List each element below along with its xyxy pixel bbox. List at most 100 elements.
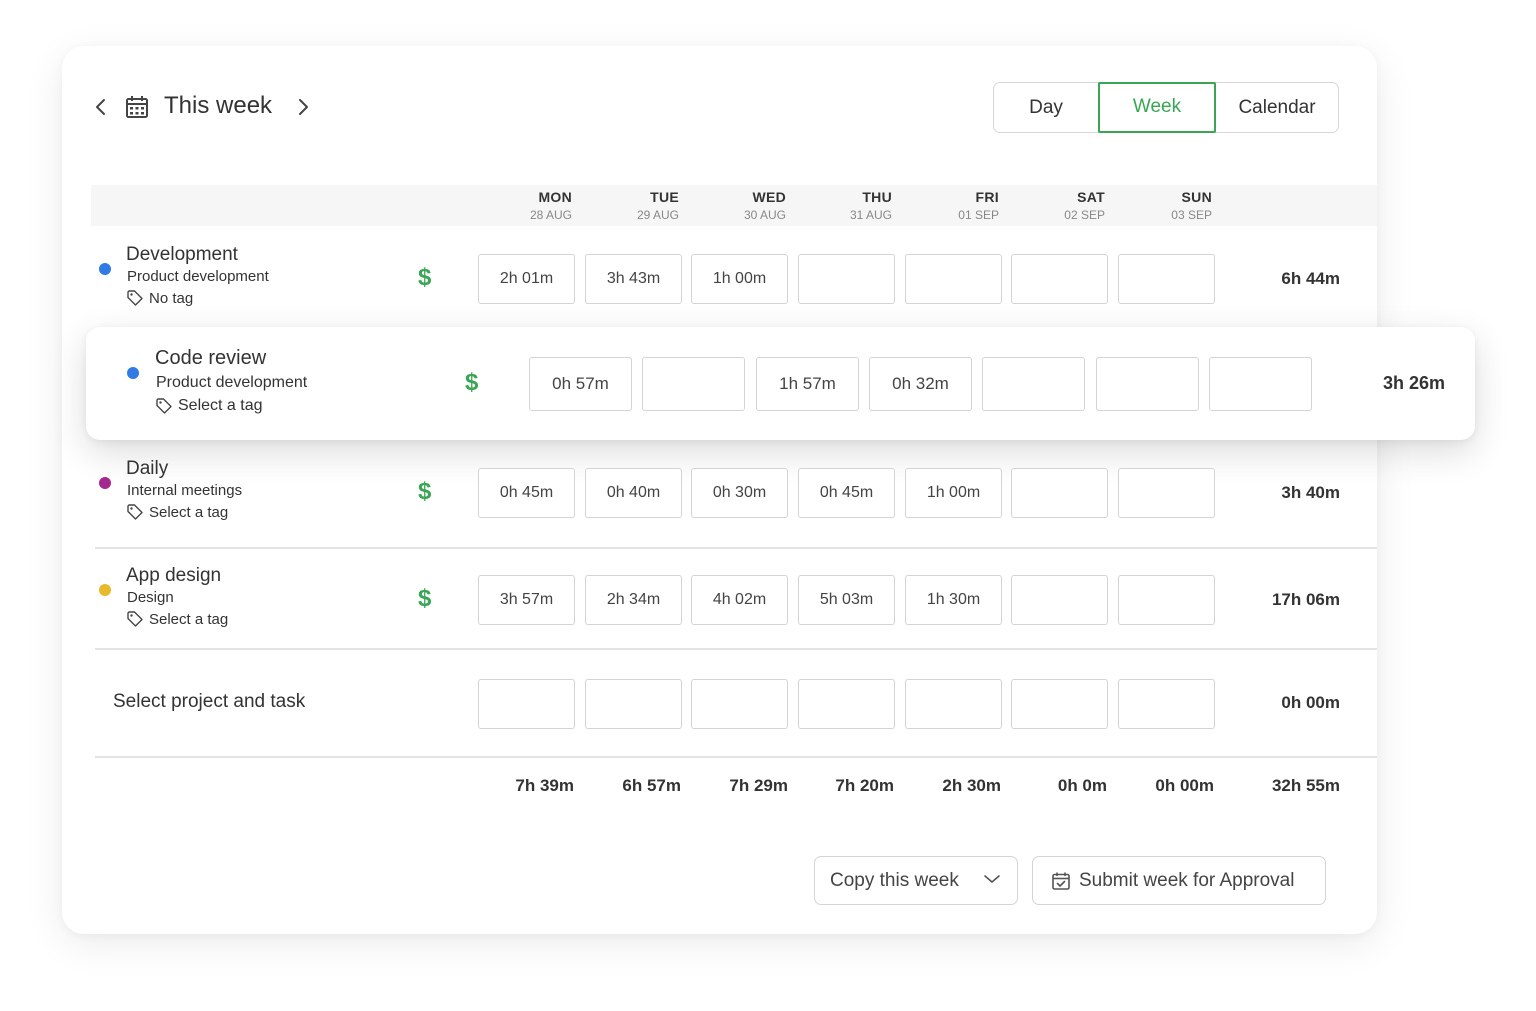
time-entry-cell[interactable] [642,357,745,411]
tag-selector[interactable]: Select a tag [126,503,228,521]
time-entry-cell[interactable]: 0h 45m [478,468,575,518]
time-entry-cell[interactable] [1118,254,1215,304]
time-entry-cell[interactable]: 4h 02m [691,575,788,625]
day-header: THU 31 AUG [812,189,892,222]
day-header: SAT 02 SEP [1025,189,1105,222]
view-week-button[interactable]: Week [1098,81,1216,133]
project-color-dot [127,367,139,379]
row-total: 3h 40m [1281,483,1340,502]
task-name[interactable]: Daily [126,458,168,480]
task-name[interactable]: App design [126,565,221,587]
day-date: 30 AUG [743,208,786,222]
tag-label: Select a tag [149,503,229,521]
day-date: 28 AUG [529,208,572,222]
day-date: 02 SEP [1064,208,1105,222]
task-name[interactable]: Development [126,244,238,266]
tag-selector[interactable]: No tag [126,289,193,307]
time-entry-cell[interactable] [905,679,1002,729]
project-color-dot [99,263,111,275]
time-entry-cell[interactable] [691,679,788,729]
time-entry-cell[interactable] [1011,468,1108,518]
day-total: 0h 0m [1057,776,1107,795]
tag-icon [127,290,143,306]
tag-icon [127,611,143,627]
time-entry-cell[interactable] [982,357,1085,411]
row-total: 17h 06m [1271,590,1340,609]
time-entry-cell[interactable] [1118,575,1215,625]
day-name: SAT [1077,189,1105,205]
day-total: 2h 30m [942,776,1001,795]
time-entry-cell[interactable] [478,679,575,729]
time-entry-cell[interactable] [1011,679,1108,729]
select-project-task[interactable]: Select project and task [113,691,305,713]
time-entry-cell[interactable]: 3h 43m [585,254,682,304]
day-header: TUE 29 AUG [599,189,679,222]
day-header: SUN 03 SEP [1132,189,1212,222]
row-divider [95,756,1377,758]
task-name[interactable]: Code review [155,347,266,370]
time-entry-cell[interactable] [1011,254,1108,304]
row-divider [95,648,1377,650]
tag-selector[interactable]: Select a tag [126,610,228,628]
time-entry-cell[interactable]: 1h 00m [905,468,1002,518]
time-entry-cell[interactable]: 0h 40m [585,468,682,518]
chevron-left-icon[interactable] [90,95,112,119]
grand-total: 32h 55m [1271,776,1340,795]
calendar-icon [126,96,148,118]
day-total: 6h 57m [622,776,681,795]
project-color-dot [99,584,111,596]
project-name: Design [127,589,174,606]
row-total: 3h 26m [1382,373,1445,393]
time-entry-cell[interactable] [585,679,682,729]
tag-label: Select a tag [149,610,229,628]
day-name: WED [752,189,786,205]
billable-dollar-icon[interactable]: $ [418,585,431,613]
row-divider [95,547,1377,549]
billable-dollar-icon[interactable]: $ [418,264,431,292]
time-entry-cell[interactable]: 1h 57m [756,357,859,411]
day-header: MON 28 AUG [492,189,572,222]
billable-dollar-icon[interactable]: $ [465,369,478,397]
day-date: 01 SEP [958,208,999,222]
tag-icon [127,504,143,520]
view-day-button[interactable]: Day [994,83,1098,132]
time-entry-cell[interactable]: 0h 32m [869,357,972,411]
tag-label: No tag [149,289,194,307]
view-calendar-button[interactable]: Calendar [1216,83,1338,132]
time-entry-cell[interactable] [1118,468,1215,518]
time-entry-cell[interactable] [798,254,895,304]
billable-dollar-icon[interactable]: $ [418,478,431,506]
day-header: FRI 01 SEP [919,189,999,222]
new-row-total: 0h 00m [1281,693,1340,712]
day-total: 7h 39m [515,776,574,795]
time-entry-cell[interactable]: 2h 01m [478,254,575,304]
tag-selector[interactable]: Select a tag [155,397,263,415]
day-total: 0h 00m [1155,776,1214,795]
day-name: FRI [975,189,999,205]
tag-icon [156,398,172,414]
time-entry-cell[interactable]: 1h 00m [691,254,788,304]
copy-week-button[interactable]: Copy this week [814,856,1018,905]
submit-week-button[interactable]: Submit week for Approval [1032,856,1326,905]
time-entry-cell[interactable]: 3h 57m [478,575,575,625]
time-entry-cell[interactable]: 0h 57m [529,357,632,411]
day-date: 31 AUG [849,208,892,222]
time-entry-cell[interactable] [1118,679,1215,729]
chevron-right-icon[interactable] [292,95,314,119]
time-entry-cell[interactable] [905,254,1002,304]
time-entry-cell[interactable]: 0h 45m [798,468,895,518]
time-entry-cell[interactable] [1096,357,1199,411]
time-entry-cell[interactable] [798,679,895,729]
project-name: Product development [127,268,269,285]
tag-label: Select a tag [178,397,263,414]
time-entry-cell[interactable]: 2h 34m [585,575,682,625]
time-entry-cell[interactable]: 5h 03m [798,575,895,625]
day-name: MON [538,189,572,205]
day-header: WED 30 AUG [706,189,786,222]
time-entry-cell[interactable]: 1h 30m [905,575,1002,625]
time-entry-cell[interactable] [1011,575,1108,625]
time-entry-cell[interactable] [1209,357,1312,411]
day-name: TUE [650,189,679,205]
time-entry-cell[interactable]: 0h 30m [691,468,788,518]
view-switcher: Day Week Calendar [993,81,1339,133]
